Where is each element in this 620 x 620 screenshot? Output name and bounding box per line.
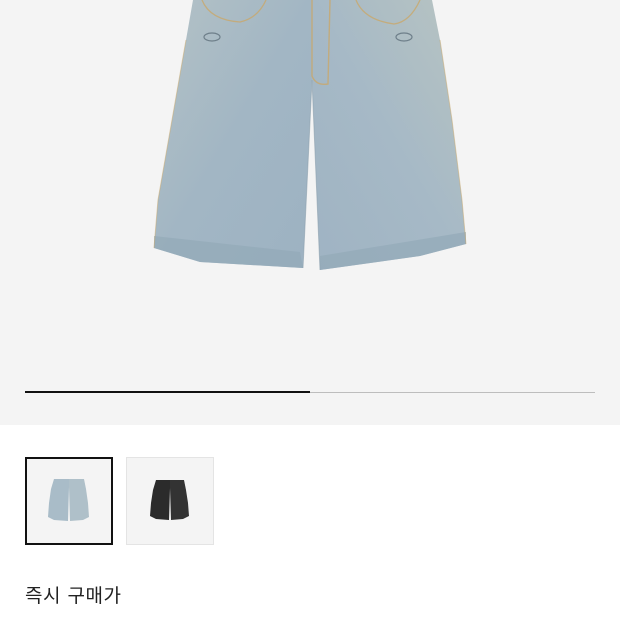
black-denim-shorts-thumbnail (150, 480, 189, 520)
product-image-light-denim-shorts (153, 0, 467, 271)
image-progress-indicator (25, 391, 310, 393)
thumbnail-light-denim[interactable] (25, 457, 113, 545)
thumbnail-black-denim[interactable] (126, 457, 214, 545)
instant-price-label: 즉시 구매가 (25, 585, 122, 607)
image-progress-bar (25, 391, 595, 393)
light-denim-shorts-thumbnail (48, 479, 89, 521)
product-image-carousel[interactable] (0, 0, 620, 425)
